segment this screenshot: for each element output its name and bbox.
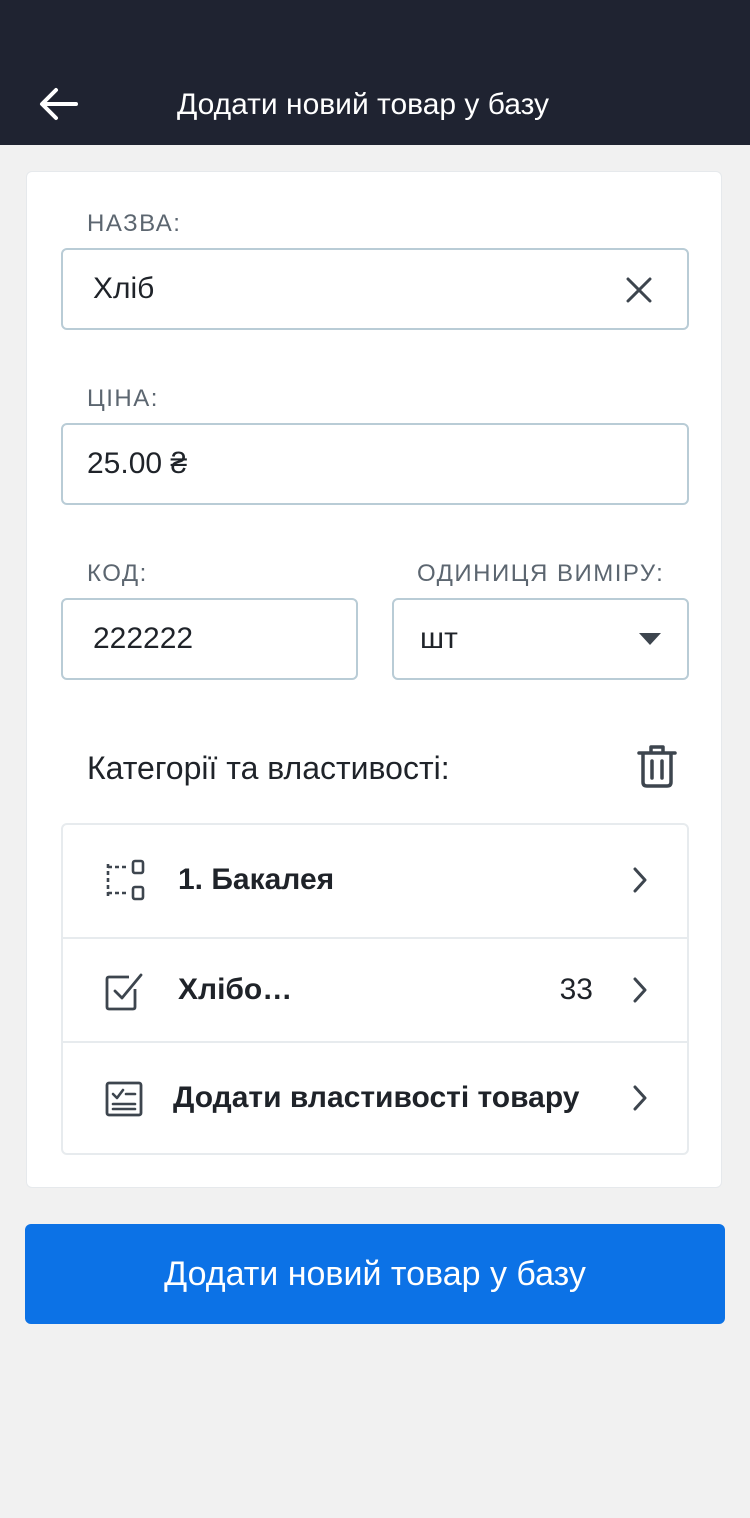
product-form-card: НАЗВА: Хліб ЦІНА: 25.00 ₴ КОД: 222222 ОД… bbox=[26, 171, 722, 1188]
caret-down-icon bbox=[639, 633, 661, 645]
price-label: ЦІНА: bbox=[87, 385, 159, 412]
code-field[interactable]: 222222 bbox=[61, 598, 358, 680]
list-item-category[interactable]: 1. Бакалея bbox=[63, 825, 687, 937]
list-item-label: 1. Бакалея bbox=[178, 863, 335, 896]
price-value: 25.00 ₴ bbox=[87, 447, 188, 480]
list-item-label: Додати властивості товару bbox=[173, 1081, 580, 1114]
category-tree-icon bbox=[106, 859, 145, 901]
chevron-right-icon bbox=[633, 867, 647, 893]
top-app-bar: Додати новий товар у базу bbox=[0, 0, 750, 145]
delete-categories-button[interactable] bbox=[635, 741, 679, 791]
code-label: КОД: bbox=[87, 560, 148, 587]
chevron-right-icon bbox=[633, 1085, 647, 1111]
arrow-left-icon bbox=[40, 88, 78, 120]
name-field[interactable]: Хліб bbox=[61, 248, 689, 330]
categories-list: 1. Бакалея Хлібо… 33 Додати властивості … bbox=[61, 823, 689, 1155]
properties-list-icon bbox=[105, 1081, 143, 1117]
unit-value: шт bbox=[420, 622, 458, 655]
price-field[interactable]: 25.00 ₴ bbox=[61, 423, 689, 505]
name-label: НАЗВА: bbox=[87, 210, 182, 237]
close-icon bbox=[626, 277, 652, 303]
chevron-right-icon bbox=[633, 977, 647, 1003]
name-value: Хліб bbox=[93, 272, 155, 305]
categories-title: Категорії та властивості: bbox=[87, 750, 450, 786]
unit-label: ОДИНИЦЯ ВИМІРУ: bbox=[417, 560, 665, 587]
code-value: 222222 bbox=[93, 622, 194, 655]
unit-select[interactable]: шт bbox=[392, 598, 689, 680]
add-product-button[interactable]: Додати новий товар у базу bbox=[25, 1224, 725, 1324]
back-button[interactable] bbox=[30, 78, 86, 130]
page-title: Додати новий товар у базу bbox=[176, 88, 550, 121]
checkbox-icon bbox=[105, 973, 143, 1011]
trash-icon bbox=[637, 745, 677, 788]
clear-name-button[interactable] bbox=[621, 272, 657, 308]
item-count: 33 bbox=[559, 973, 593, 1006]
list-item-label: Хлібо… bbox=[178, 973, 293, 1006]
list-item-subcategory[interactable]: Хлібо… 33 bbox=[63, 937, 687, 1041]
list-item-add-properties[interactable]: Додати властивості товару bbox=[63, 1041, 687, 1153]
